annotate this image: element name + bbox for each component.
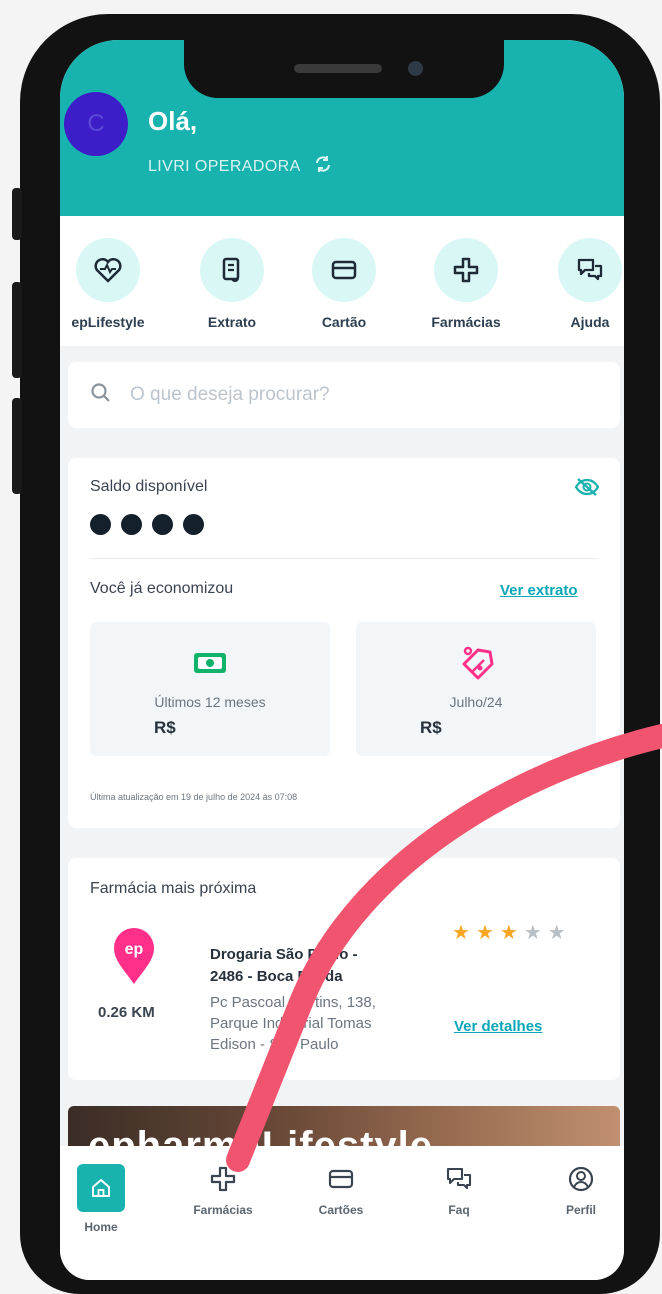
- last-update-text: Última atualização em 19 de julho de 202…: [90, 792, 298, 802]
- pharmacy-distance: 0.26 KM: [98, 1004, 155, 1021]
- address-line: Parque Industrial Tomas: [210, 1015, 372, 1032]
- statement-link[interactable]: Ver extrato: [500, 582, 578, 599]
- hidden-digit-dot: [183, 514, 204, 535]
- shortcut-eplifestyle[interactable]: epLifestyle: [60, 238, 168, 330]
- star-empty-icon: ★: [547, 922, 566, 944]
- tab-label: Faq: [448, 1203, 470, 1217]
- greeting-text: Olá,: [148, 106, 198, 136]
- pin-logo-text: ep: [125, 941, 144, 958]
- savings-title: Você já economizou: [90, 580, 234, 597]
- operator-name: LIVRI OPERADORA: [148, 157, 301, 175]
- hidden-digit-dot: [90, 514, 111, 535]
- tab-label: Perfil: [565, 1203, 596, 1217]
- shortcut-cartao[interactable]: Cartão: [284, 238, 404, 330]
- nearest-pharmacy-card[interactable]: Farmácia mais próxima ep 0.26 KM Drogari…: [68, 858, 620, 1080]
- savings-tile-month: Julho/24 R$: [356, 622, 596, 756]
- shortcut-extrato[interactable]: Extrato: [172, 238, 292, 330]
- hidden-digit-dot: [121, 514, 142, 535]
- shortcut-label: Ajuda: [570, 314, 610, 330]
- tile-value: R$: [154, 718, 176, 737]
- tab-label: Home: [84, 1220, 118, 1234]
- tab-perfil[interactable]: Perfil: [526, 1164, 624, 1217]
- pharmacy-section-title: Farmácia mais próxima: [90, 880, 257, 897]
- tab-faq[interactable]: Faq: [404, 1164, 514, 1217]
- switch-refresh-icon[interactable]: [313, 154, 333, 179]
- rating-stars: ★ ★ ★ ★ ★: [452, 920, 566, 945]
- star-filled-icon: ★: [499, 922, 518, 944]
- phone-notch: [184, 40, 504, 98]
- tab-label: Cartões: [318, 1203, 364, 1217]
- money-icon: [192, 650, 228, 681]
- pharmacy-name-line: Drogaria São Paulo -: [210, 946, 358, 963]
- pharmacy-details-link[interactable]: Ver detalhes: [454, 1018, 542, 1035]
- discount-tag-icon: [456, 642, 496, 687]
- home-icon: [77, 1164, 125, 1212]
- tab-cartoes[interactable]: Cartões: [286, 1164, 396, 1217]
- pharmacy-cross-icon: [168, 1164, 278, 1199]
- shortcut-ajuda[interactable]: Ajuda: [530, 238, 624, 330]
- heart-pulse-icon: [76, 238, 140, 302]
- star-empty-icon: ★: [523, 922, 542, 944]
- shortcut-label: Extrato: [207, 314, 257, 330]
- shortcut-label: Cartão: [321, 314, 367, 330]
- credit-card-icon: [286, 1164, 396, 1199]
- balance-title: Saldo disponível: [90, 478, 208, 495]
- shortcut-farmacias[interactable]: Farmácias: [406, 238, 526, 330]
- savings-tile-12-months: Últimos 12 meses R$: [90, 622, 330, 756]
- divider: [90, 558, 598, 559]
- pharmacy-name-line: 2486 - Boca Funda: [210, 968, 343, 985]
- map-pin-icon: ep: [110, 926, 158, 991]
- hidden-balance-dots: [90, 514, 204, 535]
- search-input[interactable]: [130, 384, 550, 406]
- shortcut-label: Farmácias: [431, 314, 501, 330]
- address-line: Edison - São Paulo: [210, 1036, 339, 1053]
- eye-off-icon[interactable]: [574, 476, 600, 503]
- phone-volume-down-button: [12, 398, 22, 494]
- avatar[interactable]: C: [64, 92, 128, 156]
- tile-label: Últimos 12 meses: [154, 694, 266, 710]
- phone-screen: C Olá, LIVRI OPERADORA epLifestyle Extra…: [60, 40, 624, 1280]
- star-filled-icon: ★: [475, 922, 494, 944]
- pharmacy-address: Pc Pascoal Martins, 138, Parque Industri…: [210, 992, 376, 1055]
- pharmacy-cross-icon: [434, 238, 498, 302]
- operator-switcher[interactable]: LIVRI OPERADORA: [148, 154, 333, 179]
- hidden-digit-dot: [152, 514, 173, 535]
- shortcut-label: epLifestyle: [71, 314, 145, 330]
- phone-speaker: [294, 64, 382, 73]
- chat-bubbles-icon: [404, 1164, 514, 1199]
- search-bar[interactable]: [68, 362, 620, 428]
- phone-mute-switch: [12, 188, 22, 240]
- address-line: Pc Pascoal Martins, 138,: [210, 994, 376, 1011]
- search-icon: [90, 382, 112, 409]
- pharmacy-name: Drogaria São Paulo - 2486 - Boca Funda: [210, 944, 358, 988]
- tab-label: Farmácias: [193, 1203, 253, 1217]
- star-filled-icon: ★: [452, 922, 470, 944]
- tile-value: R$: [420, 718, 442, 737]
- user-circle-icon: [526, 1164, 624, 1199]
- chat-bubbles-icon: [558, 238, 622, 302]
- balance-card: Saldo disponível Você já economizou Ver …: [68, 458, 620, 828]
- bottom-tab-bar: Home Farmácias Cartões Faq Perfil: [60, 1146, 624, 1280]
- phone-volume-up-button: [12, 282, 22, 378]
- front-camera: [408, 61, 423, 76]
- shortcut-bar: epLifestyle Extrato Cartão Farmácias Aju…: [60, 216, 624, 346]
- tab-home[interactable]: Home: [60, 1164, 156, 1234]
- receipt-scroll-icon: [200, 238, 264, 302]
- tile-label: Julho/24: [449, 694, 503, 710]
- credit-card-icon: [312, 238, 376, 302]
- screenshot-stage: C Olá, LIVRI OPERADORA epLifestyle Extra…: [0, 0, 662, 1294]
- tab-farmacias[interactable]: Farmácias: [168, 1164, 278, 1217]
